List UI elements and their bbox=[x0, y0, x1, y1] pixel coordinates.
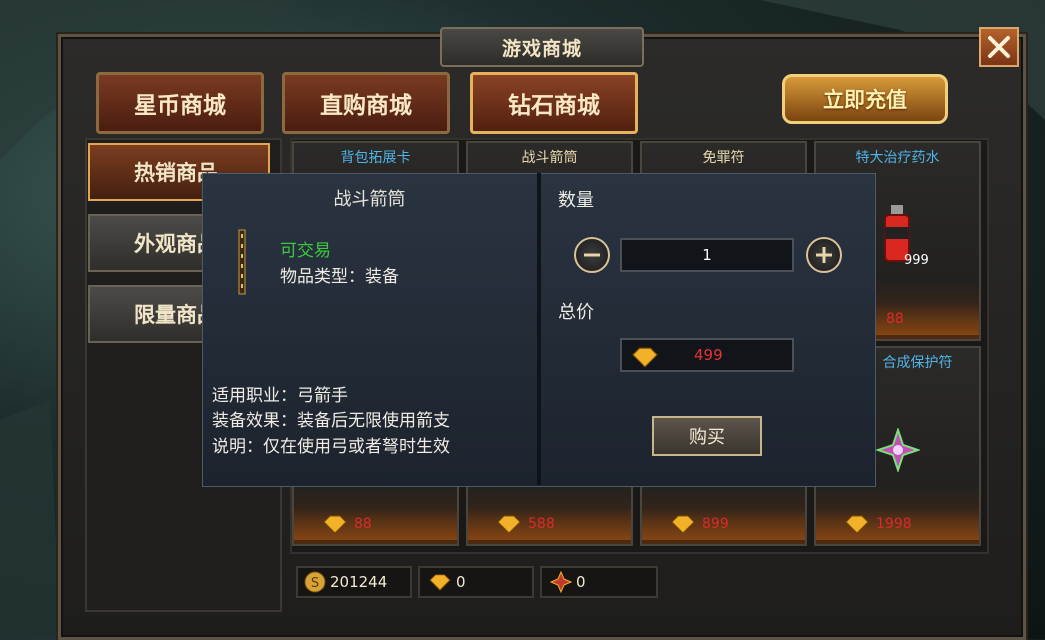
quiver-icon bbox=[238, 229, 246, 295]
dialog-item-title: 战斗箭筒 bbox=[333, 189, 406, 210]
diamond-icon bbox=[845, 515, 869, 534]
svg-text:S: S bbox=[311, 576, 319, 591]
item-price: 899 bbox=[702, 516, 729, 532]
item-name: 战斗箭筒 bbox=[521, 150, 578, 166]
quantity-label: 数量 bbox=[558, 190, 594, 211]
token-balance: 0 bbox=[540, 566, 658, 598]
item-name: 特大治疗药水 bbox=[855, 150, 940, 166]
token-amount: 0 bbox=[576, 573, 586, 591]
price-row: 88 bbox=[294, 508, 457, 540]
tab-star-coin-shop[interactable]: 星币商城 bbox=[96, 72, 264, 134]
price-row: 1998 bbox=[816, 508, 979, 540]
total-price-value: 499 bbox=[694, 346, 723, 364]
item-count: 999 bbox=[904, 253, 929, 268]
item-price: 588 bbox=[528, 516, 555, 532]
tab-diamond-shop[interactable]: 钻石商城 bbox=[470, 72, 638, 134]
plus-icon bbox=[816, 247, 832, 263]
minus-icon bbox=[584, 253, 600, 257]
coin-icon: S bbox=[304, 571, 326, 593]
protection-charm-icon bbox=[876, 428, 920, 472]
tradable-label: 可交易 bbox=[280, 241, 331, 261]
close-button[interactable] bbox=[979, 27, 1019, 67]
diamond-icon bbox=[323, 515, 347, 534]
effect-label: 装备效果：装备后无限使用箭支 bbox=[212, 411, 450, 431]
close-icon bbox=[988, 36, 1010, 58]
coin-balance: S 201244 bbox=[296, 566, 412, 598]
diamond-balance: 0 bbox=[418, 566, 534, 598]
item-name: 背包拓展卡 bbox=[340, 150, 411, 166]
item-type-label: 物品类型：装备 bbox=[280, 267, 399, 287]
price-row: 899 bbox=[642, 508, 805, 540]
total-price-box: 499 bbox=[620, 338, 794, 372]
quantity-input[interactable] bbox=[620, 238, 794, 272]
diamond-icon bbox=[497, 515, 521, 534]
job-label: 适用职业：弓箭手 bbox=[212, 386, 348, 406]
diamond-icon bbox=[429, 574, 451, 591]
coin-amount: 201244 bbox=[330, 573, 388, 591]
quantity-decrease-button[interactable] bbox=[574, 237, 610, 273]
diamond-icon bbox=[632, 347, 658, 368]
quantity-increase-button[interactable] bbox=[806, 237, 842, 273]
diamond-amount: 0 bbox=[456, 573, 466, 591]
buy-button[interactable]: 购买 bbox=[652, 416, 762, 456]
item-price: 88 bbox=[886, 311, 904, 327]
item-price: 1998 bbox=[876, 516, 912, 532]
tab-direct-buy-shop[interactable]: 直购商城 bbox=[282, 72, 450, 134]
recharge-button[interactable]: 立即充值 bbox=[782, 74, 948, 124]
window-title: 游戏商城 bbox=[440, 27, 644, 67]
item-price: 88 bbox=[354, 516, 372, 532]
token-icon bbox=[550, 571, 572, 593]
item-name: 免罪符 bbox=[702, 150, 745, 166]
price-row: 588 bbox=[468, 508, 631, 540]
note-label: 说明：仅在使用弓或者弩时生效 bbox=[212, 437, 450, 457]
total-price-label: 总价 bbox=[558, 302, 594, 323]
dialog-divider bbox=[537, 173, 541, 485]
diamond-icon bbox=[671, 515, 695, 534]
